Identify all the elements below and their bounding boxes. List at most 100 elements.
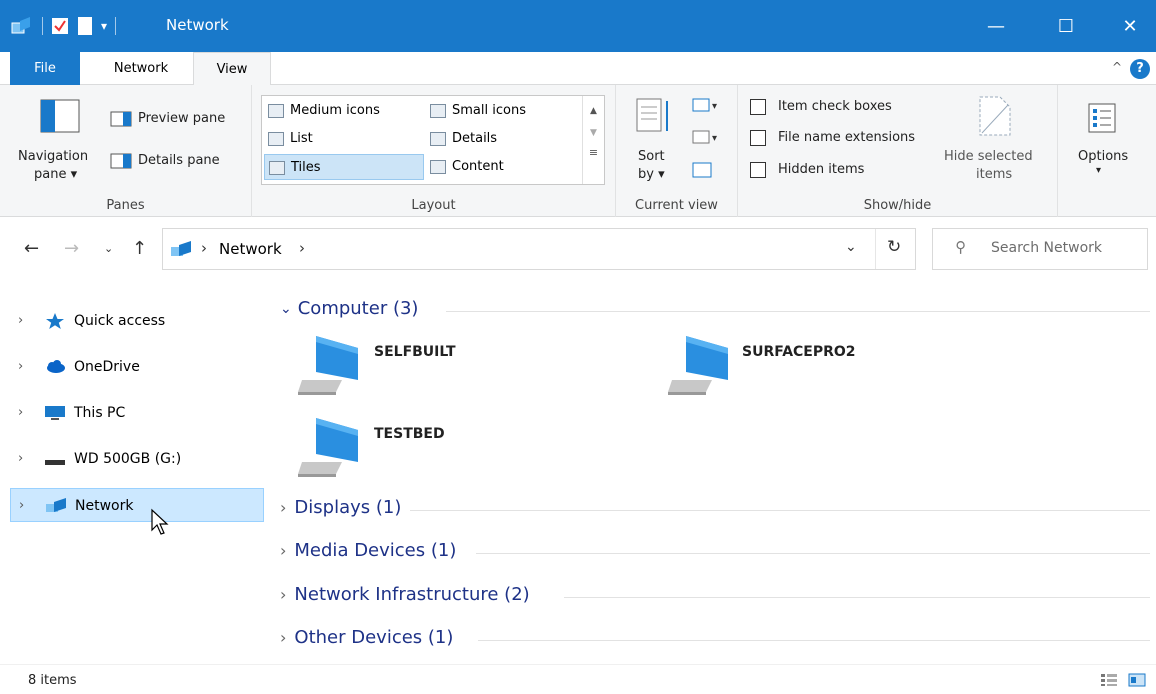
- status-bar: 8 items: [0, 664, 1156, 694]
- expand-arrow-icon[interactable]: ›: [18, 304, 23, 338]
- sort-by-button-line2[interactable]: by ▾: [638, 167, 665, 182]
- item-check-boxes-label[interactable]: Item check boxes: [778, 99, 892, 114]
- details-icon: [430, 132, 446, 146]
- group-header-computer[interactable]: ⌄ Computer (3): [280, 298, 1150, 319]
- properties-icon[interactable]: [51, 17, 69, 35]
- forward-arrow-icon[interactable]: →: [64, 238, 79, 259]
- collapse-chevron-icon[interactable]: ⌄: [280, 301, 292, 317]
- help-icon[interactable]: ?: [1130, 59, 1150, 79]
- title-bar: ▾ Network — ☐ ✕: [0, 0, 1156, 52]
- nav-item-quick-access[interactable]: › Quick access: [10, 304, 264, 338]
- breadcrumb-network[interactable]: Network: [219, 240, 282, 258]
- group-header-displays[interactable]: › Displays (1): [280, 497, 1150, 518]
- address-bar[interactable]: › Network › ⌄ ↻: [162, 228, 916, 270]
- expand-arrow-icon[interactable]: ›: [18, 442, 23, 476]
- nav-item-network[interactable]: › Network: [10, 488, 264, 522]
- options-dropdown-arrow[interactable]: ▾: [1096, 165, 1101, 176]
- preview-pane-button[interactable]: Preview pane: [138, 111, 225, 126]
- size-columns-icon[interactable]: [692, 161, 712, 179]
- up-arrow-icon[interactable]: ↑: [132, 238, 147, 259]
- layout-group-label: Layout: [411, 198, 456, 213]
- network-location-icon: [171, 241, 191, 256]
- expand-arrow-icon[interactable]: ›: [18, 350, 23, 384]
- search-icon: ⚲: [955, 238, 966, 256]
- options-group: Options ▾: [1058, 85, 1156, 217]
- hidden-items-label[interactable]: Hidden items: [778, 162, 864, 177]
- layout-small-icons[interactable]: Small icons: [426, 98, 576, 124]
- layout-list[interactable]: List: [264, 126, 424, 152]
- svg-text:▾: ▾: [712, 101, 717, 112]
- group-divider: [410, 510, 1150, 511]
- large-icons-view-icon[interactable]: [1128, 673, 1146, 687]
- nav-item-this-pc[interactable]: › This PC: [10, 396, 264, 430]
- back-arrow-icon[interactable]: ←: [24, 238, 39, 259]
- details-view-icon[interactable]: [1100, 673, 1118, 687]
- tab-view[interactable]: View: [193, 52, 271, 86]
- details-pane-icon: [110, 153, 132, 169]
- computer-name[interactable]: SURFACEPRO2: [742, 344, 856, 360]
- tab-network[interactable]: Network: [97, 52, 185, 85]
- expand-chevron-icon[interactable]: ›: [280, 498, 286, 517]
- hide-selected-items-button[interactable]: Hide selected: [944, 149, 1033, 164]
- scroll-up-icon[interactable]: ▲: [583, 106, 604, 116]
- ribbon: Navigation pane ▾ Preview pane Details p…: [0, 85, 1156, 217]
- search-box[interactable]: ⚲ Search Network: [932, 228, 1148, 270]
- star-icon: [46, 313, 64, 329]
- hide-selected-items-button-line2[interactable]: items: [976, 167, 1012, 182]
- scroll-down-icon[interactable]: ▼: [583, 128, 604, 138]
- customize-qat-icon[interactable]: ▾: [101, 19, 107, 33]
- collapse-ribbon-icon[interactable]: ^: [1112, 60, 1122, 74]
- recent-locations-icon[interactable]: ⌄: [104, 242, 113, 255]
- group-header-media-devices[interactable]: › Media Devices (1): [280, 540, 1150, 561]
- expand-chevron-icon[interactable]: ›: [280, 541, 286, 560]
- breadcrumb-separator-end[interactable]: ›: [299, 239, 305, 257]
- breadcrumb-separator[interactable]: ›: [201, 239, 207, 257]
- layout-details[interactable]: Details: [426, 126, 576, 152]
- group-by-icon[interactable]: ▾: [692, 97, 720, 115]
- gallery-more-icon[interactable]: ≡: [583, 146, 604, 159]
- nav-item-onedrive[interactable]: › OneDrive: [10, 350, 264, 384]
- group-divider: [564, 597, 1150, 598]
- navigation-pane-button-line2[interactable]: pane ▾: [34, 167, 77, 182]
- svg-text:▾: ▾: [712, 133, 717, 144]
- layout-gallery-scroll[interactable]: ▲ ▼ ≡: [582, 96, 604, 184]
- computer-tile-selfbuilt[interactable]: [296, 334, 368, 400]
- computer-tile-surfacepro2[interactable]: [666, 334, 738, 400]
- group-header-network-infrastructure[interactable]: › Network Infrastructure (2): [280, 584, 1150, 605]
- refresh-icon[interactable]: ↻: [887, 237, 901, 257]
- expand-arrow-icon[interactable]: ›: [19, 489, 24, 523]
- layout-medium-icons[interactable]: Medium icons: [264, 98, 424, 124]
- search-input[interactable]: Search Network: [991, 240, 1102, 256]
- cloud-icon: [47, 360, 65, 373]
- computer-name[interactable]: SELFBUILT: [374, 344, 456, 360]
- layout-tiles[interactable]: Tiles: [264, 154, 424, 180]
- nav-item-wd-drive[interactable]: › WD 500GB (G:): [10, 442, 264, 476]
- file-name-extensions-label[interactable]: File name extensions: [778, 130, 915, 145]
- address-history-icon[interactable]: ⌄: [845, 239, 857, 255]
- expand-arrow-icon[interactable]: ›: [18, 396, 23, 430]
- options-button[interactable]: Options: [1078, 149, 1128, 164]
- quick-access-toolbar: ▾: [10, 12, 117, 40]
- add-columns-icon[interactable]: ▾: [692, 129, 720, 147]
- close-button[interactable]: ✕: [1100, 0, 1156, 52]
- maximize-button[interactable]: ☐: [1036, 0, 1096, 52]
- panes-group-label: Panes: [106, 198, 145, 213]
- group-header-other-devices[interactable]: › Other Devices (1): [280, 627, 1150, 648]
- navigation-pane-icon: [40, 99, 80, 133]
- sort-by-button[interactable]: Sort: [638, 149, 665, 164]
- tab-file[interactable]: File: [10, 52, 80, 85]
- item-check-boxes-checkbox[interactable]: [750, 99, 766, 115]
- layout-content[interactable]: Content: [426, 154, 576, 180]
- preview-pane-icon: [110, 111, 132, 127]
- navigation-pane-button[interactable]: Navigation: [18, 149, 88, 164]
- expand-chevron-icon[interactable]: ›: [280, 585, 286, 604]
- file-name-extensions-checkbox[interactable]: [750, 130, 766, 146]
- minimize-button[interactable]: —: [966, 0, 1026, 52]
- details-pane-button[interactable]: Details pane: [138, 153, 220, 168]
- current-view-group: Sort by ▾ ▾ ▾ Current view: [616, 85, 738, 217]
- new-folder-icon[interactable]: [77, 16, 93, 36]
- computer-name[interactable]: TESTBED: [374, 426, 445, 442]
- computer-tile-testbed[interactable]: [296, 416, 368, 482]
- hidden-items-checkbox[interactable]: [750, 162, 766, 178]
- expand-chevron-icon[interactable]: ›: [280, 628, 286, 647]
